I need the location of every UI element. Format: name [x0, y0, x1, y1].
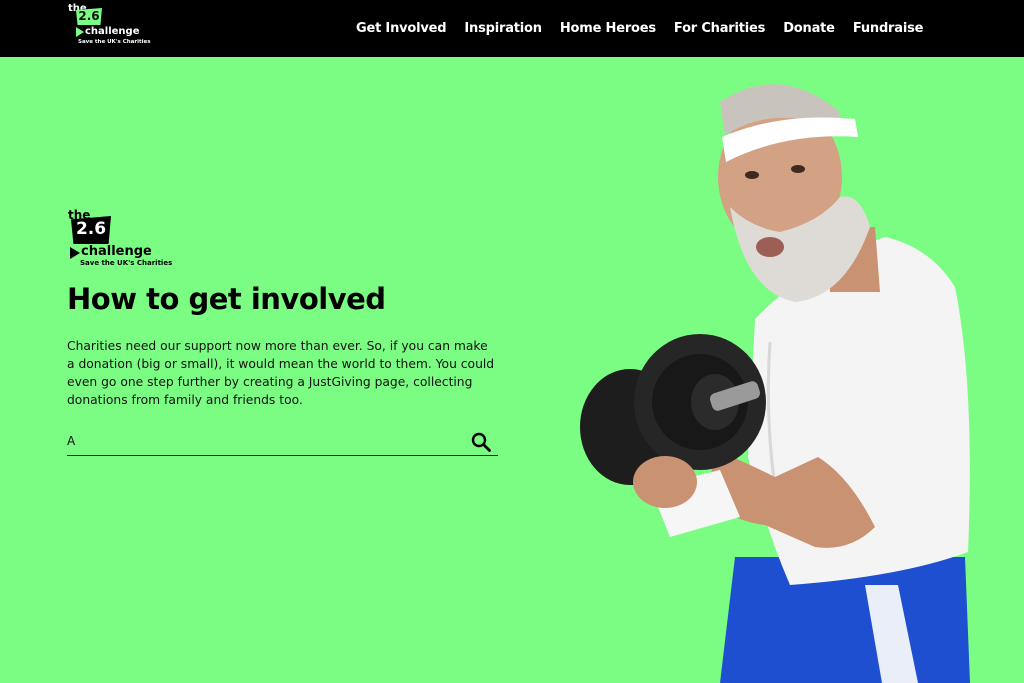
nav-item-get-involved[interactable]: Get Involved — [356, 21, 447, 36]
search-icon[interactable] — [470, 431, 492, 453]
nav-item-home-heroes[interactable]: Home Heroes — [560, 21, 656, 36]
hero-logo: the 2.6 challenge Save the UK's Charitie… — [66, 208, 172, 270]
search-input[interactable] — [67, 430, 457, 452]
hero-logo-word: challenge — [81, 244, 152, 259]
logo-word: challenge — [85, 26, 140, 37]
site-logo[interactable]: the 2.6 challenge Save the UK's Charitie… — [66, 3, 150, 51]
page-title: How to get involved — [67, 282, 386, 316]
main-nav: Get Involved Inspiration Home Heroes For… — [356, 0, 941, 57]
hero-logo-tagline: Save the UK's Charities — [80, 259, 173, 267]
hero-logo-triangle-icon — [70, 247, 80, 259]
logo-number: 2.6 — [78, 9, 100, 23]
nav-item-donate[interactable]: Donate — [783, 21, 835, 36]
charity-search — [67, 426, 498, 456]
intro-paragraph: Charities need our support now more than… — [67, 339, 495, 407]
nav-item-inspiration[interactable]: Inspiration — [464, 21, 542, 36]
man-lifting-dumbbell-photo — [580, 84, 970, 683]
logo-triangle-icon — [76, 27, 84, 37]
nav-item-fundraise[interactable]: Fundraise — [853, 21, 924, 36]
top-navigation-bar: the 2.6 challenge Save the UK's Charitie… — [0, 0, 1024, 57]
logo-tagline: Save the UK's Charities — [78, 39, 151, 45]
hero-logo-number: 2.6 — [75, 219, 107, 239]
nav-item-for-charities[interactable]: For Charities — [674, 21, 765, 36]
